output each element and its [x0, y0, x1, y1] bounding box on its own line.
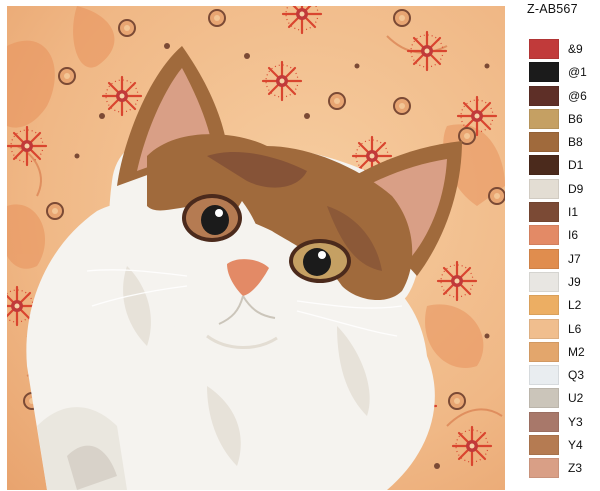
color-code-label: Q3 — [568, 368, 585, 383]
product-code: Z-AB567 — [527, 2, 578, 16]
color-swatch — [529, 155, 559, 176]
color-swatch — [529, 458, 559, 479]
color-code-label: Y3 — [568, 414, 583, 429]
color-swatch — [529, 341, 559, 362]
color-code-label: Z3 — [568, 461, 583, 476]
cat-portrait-icon — [7, 6, 505, 490]
color-swatch — [529, 132, 559, 153]
color-code-label: B6 — [568, 111, 583, 126]
color-swatch — [529, 202, 559, 223]
color-swatch — [529, 318, 559, 339]
color-code-label: D9 — [568, 181, 584, 196]
color-code-label: M2 — [568, 344, 585, 359]
color-swatch — [529, 295, 559, 316]
color-swatch — [529, 178, 559, 199]
color-swatch — [529, 248, 559, 269]
color-code-label: Y4 — [568, 438, 583, 453]
color-swatch — [529, 39, 559, 59]
color-code-label: U2 — [568, 391, 584, 406]
color-code-label: L2 — [568, 298, 582, 313]
color-code-label: @1 — [568, 65, 587, 80]
color-swatch — [529, 411, 559, 432]
color-code-label: I1 — [568, 205, 579, 220]
color-code-label: D1 — [568, 158, 584, 173]
cat-painting-image — [7, 6, 505, 490]
color-swatch — [529, 365, 559, 386]
color-swatch — [529, 271, 559, 292]
color-swatch — [529, 108, 559, 129]
color-swatch — [529, 435, 559, 456]
color-swatch — [529, 62, 559, 83]
color-code-label: @6 — [568, 88, 587, 103]
color-code-label: B8 — [568, 135, 583, 150]
color-code-label: J9 — [568, 274, 581, 289]
color-code-label: &9 — [568, 42, 583, 56]
color-swatch — [529, 85, 559, 106]
color-code-label: L6 — [568, 321, 582, 336]
color-swatch — [529, 388, 559, 409]
color-code-label: J7 — [568, 251, 581, 266]
color-code-label: I6 — [568, 228, 579, 243]
color-swatch — [529, 225, 559, 246]
